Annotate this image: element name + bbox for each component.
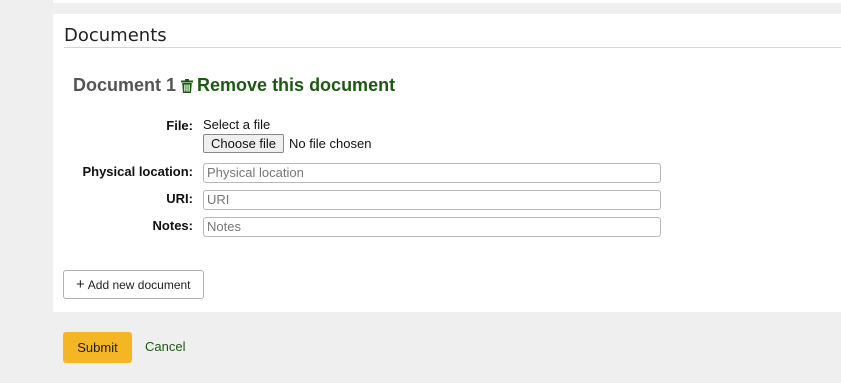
remove-document-link[interactable]: Remove this document bbox=[181, 75, 395, 96]
section-title: Documents bbox=[64, 25, 167, 46]
file-label: File: bbox=[166, 118, 193, 133]
physical-location-field-wrap: Physical location bbox=[203, 163, 661, 183]
file-status: No file chosen bbox=[289, 136, 372, 151]
file-field: Select a file Choose file No file chosen bbox=[203, 118, 371, 153]
physical-location-label: Physical location: bbox=[82, 164, 193, 179]
submit-button[interactable]: Submit bbox=[63, 332, 132, 363]
file-controls: Choose file No file chosen bbox=[203, 134, 371, 153]
notes-label: Notes: bbox=[152, 218, 193, 233]
trash-icon bbox=[181, 78, 194, 93]
documents-panel: Documents Document 1 Remove this documen… bbox=[53, 14, 841, 312]
uri-input[interactable]: URI bbox=[203, 190, 661, 210]
document-heading: Document 1 Remove this document bbox=[73, 75, 395, 96]
uri-field-wrap: URI bbox=[203, 190, 661, 210]
plus-icon: + bbox=[76, 276, 85, 293]
physical-location-input[interactable]: Physical location bbox=[203, 163, 661, 183]
choose-file-button[interactable]: Choose file bbox=[203, 134, 285, 153]
uri-row: URI: URI bbox=[53, 190, 661, 210]
cancel-link[interactable]: Cancel bbox=[145, 339, 185, 354]
document-title: Document 1 bbox=[73, 75, 177, 95]
file-caption: Select a file bbox=[203, 117, 271, 132]
add-new-document-button[interactable]: + Add new document bbox=[63, 270, 204, 299]
file-row: File: Select a file Choose file No file … bbox=[53, 118, 371, 153]
remove-document-label: Remove this document bbox=[197, 75, 396, 95]
add-new-document-label: Add new document bbox=[87, 277, 191, 292]
notes-input[interactable]: Notes bbox=[203, 217, 661, 237]
top-panel-edge bbox=[53, 0, 841, 3]
physical-location-row: Physical location: Physical location bbox=[53, 163, 661, 183]
uri-label: URI: bbox=[166, 191, 193, 206]
notes-field-wrap: Notes bbox=[203, 217, 661, 237]
notes-row: Notes: Notes bbox=[53, 217, 661, 237]
section-divider bbox=[64, 47, 841, 48]
